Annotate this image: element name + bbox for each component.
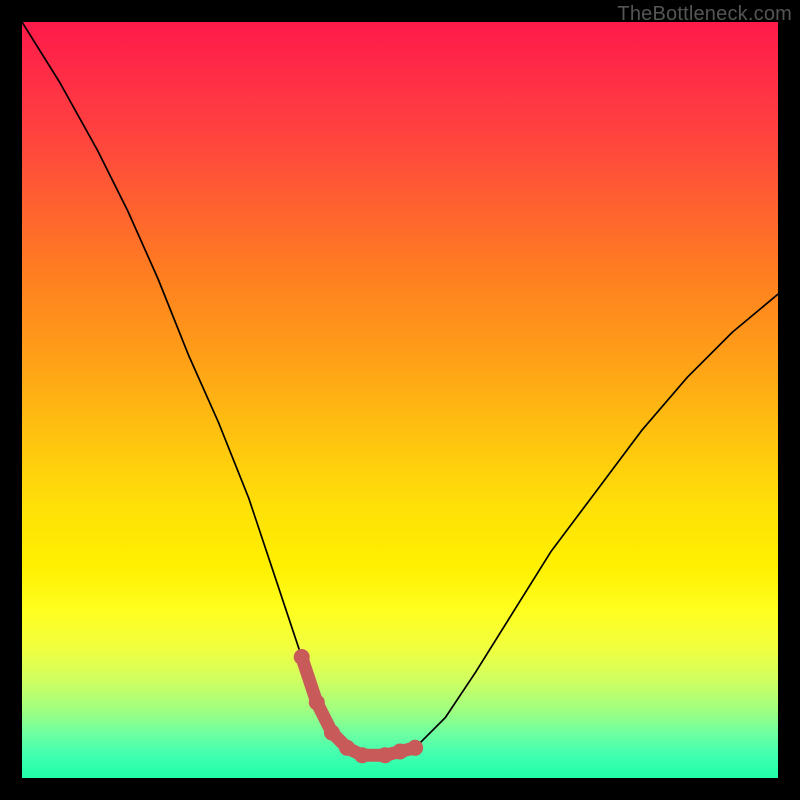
marker-dot — [309, 694, 325, 710]
marker-dot — [339, 740, 355, 756]
marker-dot — [324, 725, 340, 741]
marker-dot — [407, 740, 423, 756]
marker-dot — [377, 747, 393, 763]
watermark-text: TheBottleneck.com — [617, 3, 792, 26]
chart-frame: TheBottleneck.com — [0, 0, 800, 800]
bottleneck-curve — [22, 22, 778, 755]
marker-dot — [392, 744, 408, 760]
marker-dot — [294, 649, 310, 665]
chart-svg — [22, 22, 778, 778]
marker-dot — [354, 747, 370, 763]
plot-area — [22, 22, 778, 778]
